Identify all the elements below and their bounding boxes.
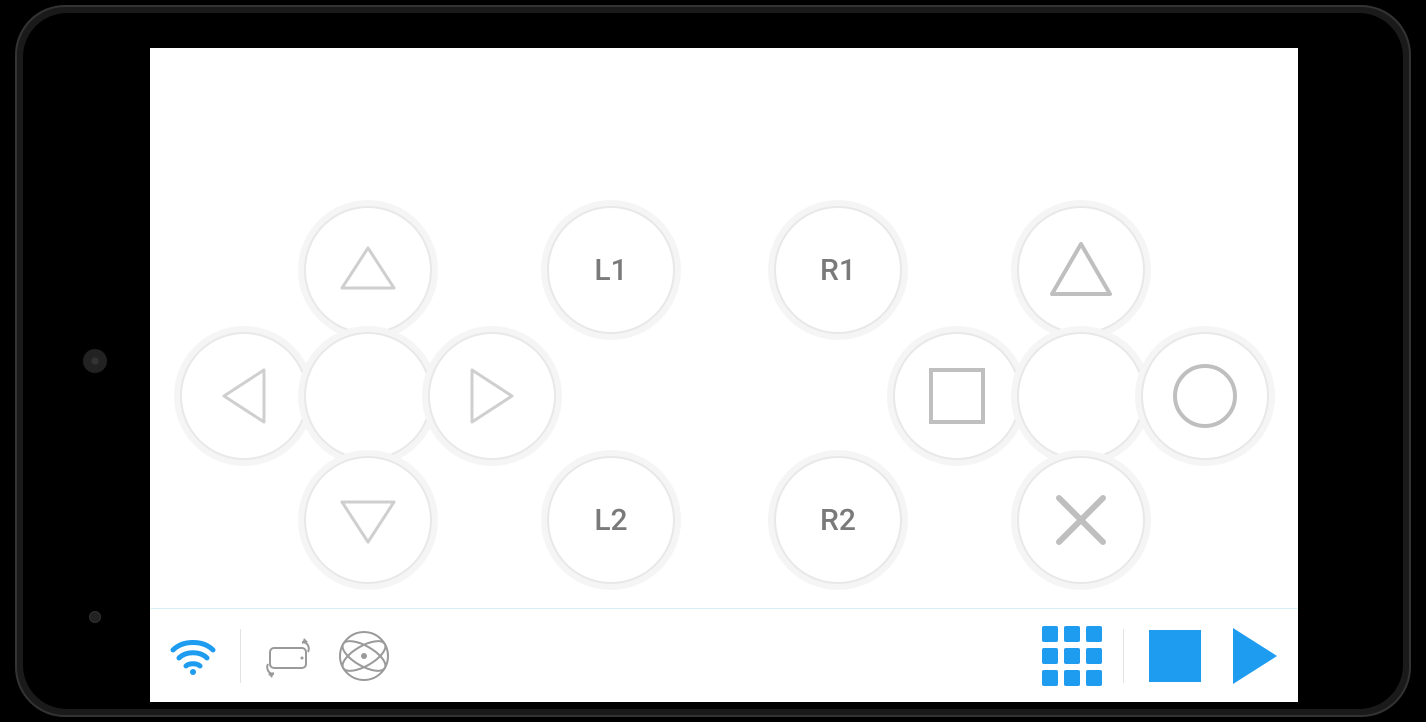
r1-button[interactable]: R1 [774,206,902,334]
dpad-up-button[interactable] [304,206,432,334]
app-screen: L1 R1 L2 R2 [150,48,1298,702]
wifi-icon [169,636,217,676]
grid-icon [1042,626,1102,686]
play-button[interactable] [1226,627,1284,685]
controller-canvas: L1 R1 L2 R2 [150,48,1298,608]
device-speaker [83,349,107,373]
cross-button[interactable] [1017,456,1145,584]
grid-button[interactable] [1043,627,1101,685]
l1-button[interactable]: L1 [547,206,675,334]
stop-icon [1149,630,1201,682]
toolbar-divider [240,629,241,683]
r1-label: R1 [820,253,856,288]
device-camera [89,611,101,623]
arrow-up-icon [336,240,400,300]
circle-icon [1169,360,1241,432]
circle-button[interactable] [1141,332,1269,460]
dpad-down-button[interactable] [304,456,432,584]
square-icon [925,364,989,428]
bottom-toolbar [150,608,1298,702]
rotate-icon [260,630,316,682]
arrow-left-icon [214,364,274,428]
l2-button[interactable]: L2 [547,456,675,584]
r2-button[interactable]: R2 [774,456,902,584]
dpad-right-button[interactable] [428,332,556,460]
l2-label: L2 [594,503,627,538]
device-inner: L1 R1 L2 R2 [23,13,1403,709]
dpad-center-button[interactable] [304,332,432,460]
toolbar-divider-right [1123,629,1124,683]
triangle-button[interactable] [1017,206,1145,334]
toolbar-left-group [164,627,393,685]
toolbar-right-group [1043,627,1284,685]
stop-button[interactable] [1146,627,1204,685]
dpad-left-button[interactable] [180,332,308,460]
triangle-icon [1046,238,1116,302]
r2-label: R2 [820,503,856,538]
square-button[interactable] [893,332,1021,460]
cross-icon [1049,488,1113,552]
arrow-right-icon [462,364,522,428]
gyro-button[interactable] [335,627,393,685]
l1-label: L1 [594,253,627,288]
arrow-down-icon [336,490,400,550]
play-icon [1233,628,1277,684]
face-center-button[interactable] [1017,332,1145,460]
wifi-button[interactable] [164,627,222,685]
rotate-device-button[interactable] [259,627,317,685]
device-frame: L1 R1 L2 R2 [15,5,1411,717]
atom-icon [336,628,392,684]
